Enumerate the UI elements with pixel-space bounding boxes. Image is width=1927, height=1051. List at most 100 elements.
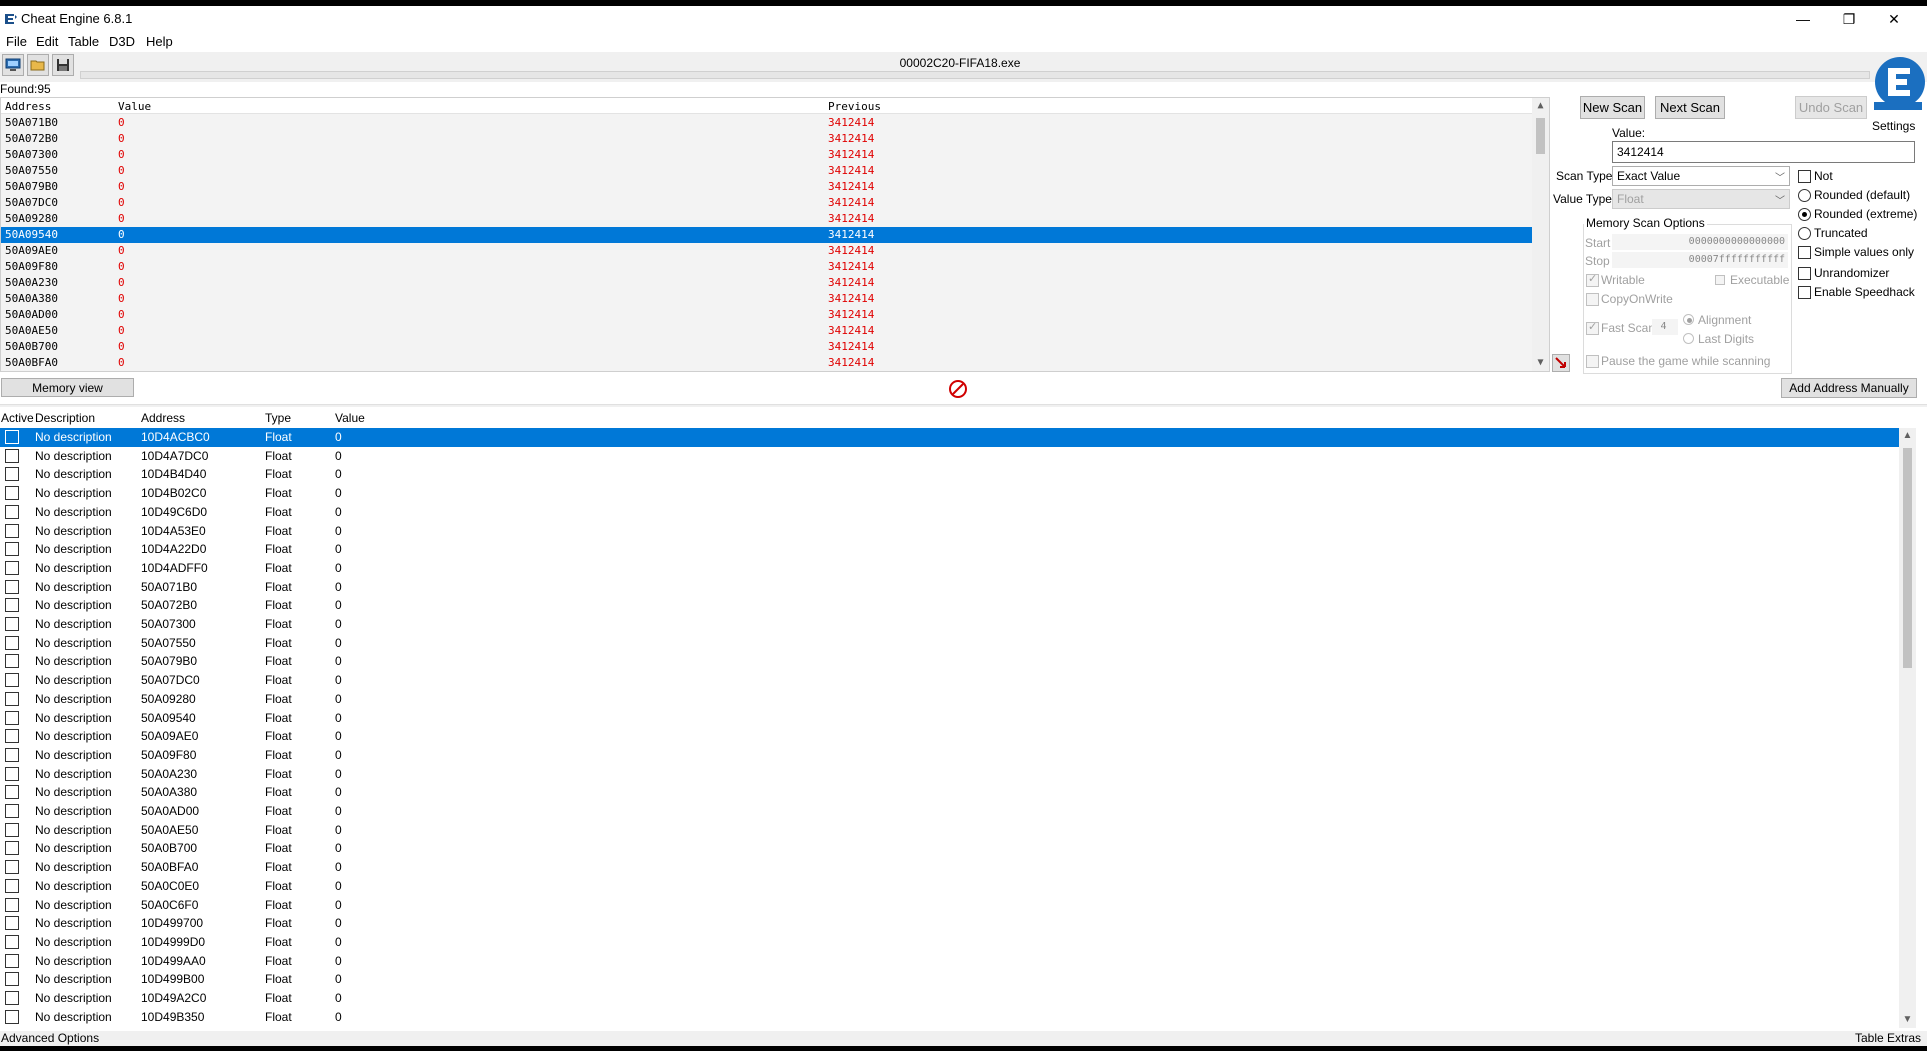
copyonwrite-checkbox[interactable] [1586, 293, 1599, 306]
address-row[interactable]: No description 10D4999D0 Float 0 [0, 933, 1900, 952]
stop-icon[interactable] [948, 379, 968, 399]
result-row[interactable]: 50A07DC0 0 3412414 [1, 195, 1534, 211]
address-row[interactable]: No description 50A0BFA0 Float 0 [0, 858, 1900, 877]
active-checkbox[interactable] [5, 766, 19, 781]
address-row[interactable]: No description 50A072B0 Float 0 [0, 596, 1900, 615]
value-input[interactable]: 3412414 [1612, 141, 1915, 163]
executable-checkbox[interactable] [1715, 275, 1725, 285]
value-type-select[interactable]: Float ﹀ [1612, 189, 1790, 209]
address-row[interactable]: No description 10D4A22D0 Float 0 [0, 540, 1900, 559]
writable-checkbox[interactable] [1586, 272, 1599, 287]
address-row[interactable]: No description 10D49B350 Float 0 [0, 1008, 1900, 1027]
active-checkbox[interactable] [5, 991, 19, 1005]
address-row[interactable]: No description 10D49A2C0 Float 0 [0, 989, 1900, 1008]
address-row[interactable]: No description 50A09280 Float 0 [0, 690, 1900, 709]
results-header-previous[interactable]: Previous [828, 100, 881, 113]
pause-game-checkbox[interactable] [1586, 355, 1599, 368]
scroll-down-icon[interactable]: ▼ [1532, 355, 1549, 371]
address-list[interactable]: Active Description Address Type Value No… [0, 407, 1927, 1031]
active-checkbox[interactable] [5, 430, 19, 444]
address-row[interactable]: No description 10D4ACBC0 Float 0 [0, 428, 1900, 447]
active-checkbox[interactable] [5, 598, 19, 613]
address-row[interactable]: No description 50A07300 Float 0 [0, 615, 1900, 634]
active-checkbox[interactable] [5, 785, 19, 800]
fast-scan-value[interactable]: 4 [1652, 319, 1678, 335]
result-row[interactable]: 50A09280 0 3412414 [1, 211, 1534, 227]
active-checkbox[interactable] [5, 448, 19, 463]
header-description[interactable]: Description [35, 411, 95, 425]
active-checkbox[interactable] [5, 804, 19, 818]
address-row[interactable]: No description 10D499AA0 Float 0 [0, 952, 1900, 971]
result-row[interactable]: 50A0B700 0 3412414 [1, 339, 1534, 355]
active-checkbox[interactable] [5, 654, 19, 669]
table-extras-link[interactable]: Table Extras [1855, 1031, 1921, 1045]
address-row[interactable]: No description 10D499700 Float 0 [0, 914, 1900, 933]
menu-d3d[interactable]: D3D [109, 34, 135, 49]
active-checkbox[interactable] [5, 860, 19, 875]
address-row[interactable]: No description 50A0A380 Float 0 [0, 783, 1900, 802]
active-checkbox[interactable] [5, 617, 19, 631]
result-row[interactable]: 50A07550 0 3412414 [1, 163, 1534, 179]
scan-type-select[interactable]: Exact Value ﹀ [1612, 166, 1790, 186]
stop-address-input[interactable]: 00007fffffffffff [1612, 252, 1788, 268]
simple-values-checkbox[interactable] [1798, 246, 1811, 259]
menu-help[interactable]: Help [146, 34, 173, 49]
address-row[interactable]: No description 10D4ADFF0 Float 0 [0, 559, 1900, 578]
memory-view-button[interactable]: Memory view [1, 378, 134, 397]
active-checkbox[interactable] [5, 523, 19, 538]
address-row[interactable]: No description 50A079B0 Float 0 [0, 652, 1900, 671]
address-row[interactable]: No description 50A071B0 Float 0 [0, 578, 1900, 597]
result-row[interactable]: 50A071B0 0 3412414 [1, 115, 1534, 131]
active-checkbox[interactable] [5, 729, 19, 744]
header-type[interactable]: Type [265, 411, 291, 425]
result-row[interactable]: 50A0BFA0 0 3412414 [1, 355, 1534, 371]
select-process-button[interactable] [2, 54, 24, 76]
header-address[interactable]: Address [141, 411, 185, 425]
address-row[interactable]: No description 10D499B00 Float 0 [0, 970, 1900, 989]
fast-scan-checkbox[interactable] [1586, 320, 1599, 335]
active-checkbox[interactable] [5, 953, 19, 968]
active-checkbox[interactable] [5, 467, 19, 482]
active-checkbox[interactable] [5, 878, 19, 893]
advanced-options-link[interactable]: Advanced Options [1, 1031, 99, 1045]
results-header-address[interactable]: Address [5, 100, 51, 113]
speedhack-checkbox[interactable] [1798, 286, 1811, 299]
result-row[interactable]: 50A09F80 0 3412414 [1, 259, 1534, 275]
active-checkbox[interactable] [5, 579, 19, 594]
address-row[interactable]: No description 50A09AE0 Float 0 [0, 727, 1900, 746]
address-row[interactable]: No description 50A09F80 Float 0 [0, 746, 1900, 765]
active-checkbox[interactable] [5, 635, 19, 650]
scroll-down-icon[interactable]: ▼ [1899, 1012, 1916, 1028]
active-checkbox[interactable] [5, 710, 19, 725]
result-row[interactable]: 50A09540 0 3412414 [1, 227, 1534, 243]
active-checkbox[interactable] [5, 897, 19, 912]
address-row[interactable]: No description 10D4B02C0 Float 0 [0, 484, 1900, 503]
open-file-button[interactable] [27, 54, 49, 76]
undo-scan-button[interactable]: Undo Scan [1795, 96, 1867, 119]
results-scrollbar[interactable]: ▲ ▼ [1532, 98, 1549, 371]
next-scan-button[interactable]: Next Scan [1655, 96, 1725, 119]
rounded-default-radio[interactable] [1798, 189, 1811, 202]
menu-table[interactable]: Table [68, 34, 99, 49]
address-row[interactable]: No description 50A0C0E0 Float 0 [0, 877, 1900, 896]
scroll-up-icon[interactable]: ▲ [1899, 428, 1916, 444]
address-row[interactable]: No description 50A0AE50 Float 0 [0, 821, 1900, 840]
address-row[interactable]: No description 50A07550 Float 0 [0, 634, 1900, 653]
active-checkbox[interactable] [5, 916, 19, 931]
start-address-input[interactable]: 0000000000000000 [1612, 234, 1788, 250]
address-list-scroll-thumb[interactable] [1903, 448, 1912, 668]
active-checkbox[interactable] [5, 560, 19, 575]
results-scroll-thumb[interactable] [1536, 118, 1545, 154]
results-header-value[interactable]: Value [118, 100, 151, 113]
header-value[interactable]: Value [335, 411, 365, 425]
close-button[interactable]: ✕ [1871, 6, 1917, 32]
active-checkbox[interactable] [5, 747, 19, 762]
restore-button[interactable]: ❐ [1826, 6, 1872, 32]
active-checkbox[interactable] [5, 486, 19, 501]
header-active[interactable]: Active [1, 411, 34, 425]
result-row[interactable]: 50A0A230 0 3412414 [1, 275, 1534, 291]
pointer-scan-button[interactable] [1552, 354, 1570, 372]
result-row[interactable]: 50A07300 0 3412414 [1, 147, 1534, 163]
address-row[interactable]: No description 10D4A7DC0 Float 0 [0, 447, 1900, 466]
active-checkbox[interactable] [5, 542, 19, 557]
